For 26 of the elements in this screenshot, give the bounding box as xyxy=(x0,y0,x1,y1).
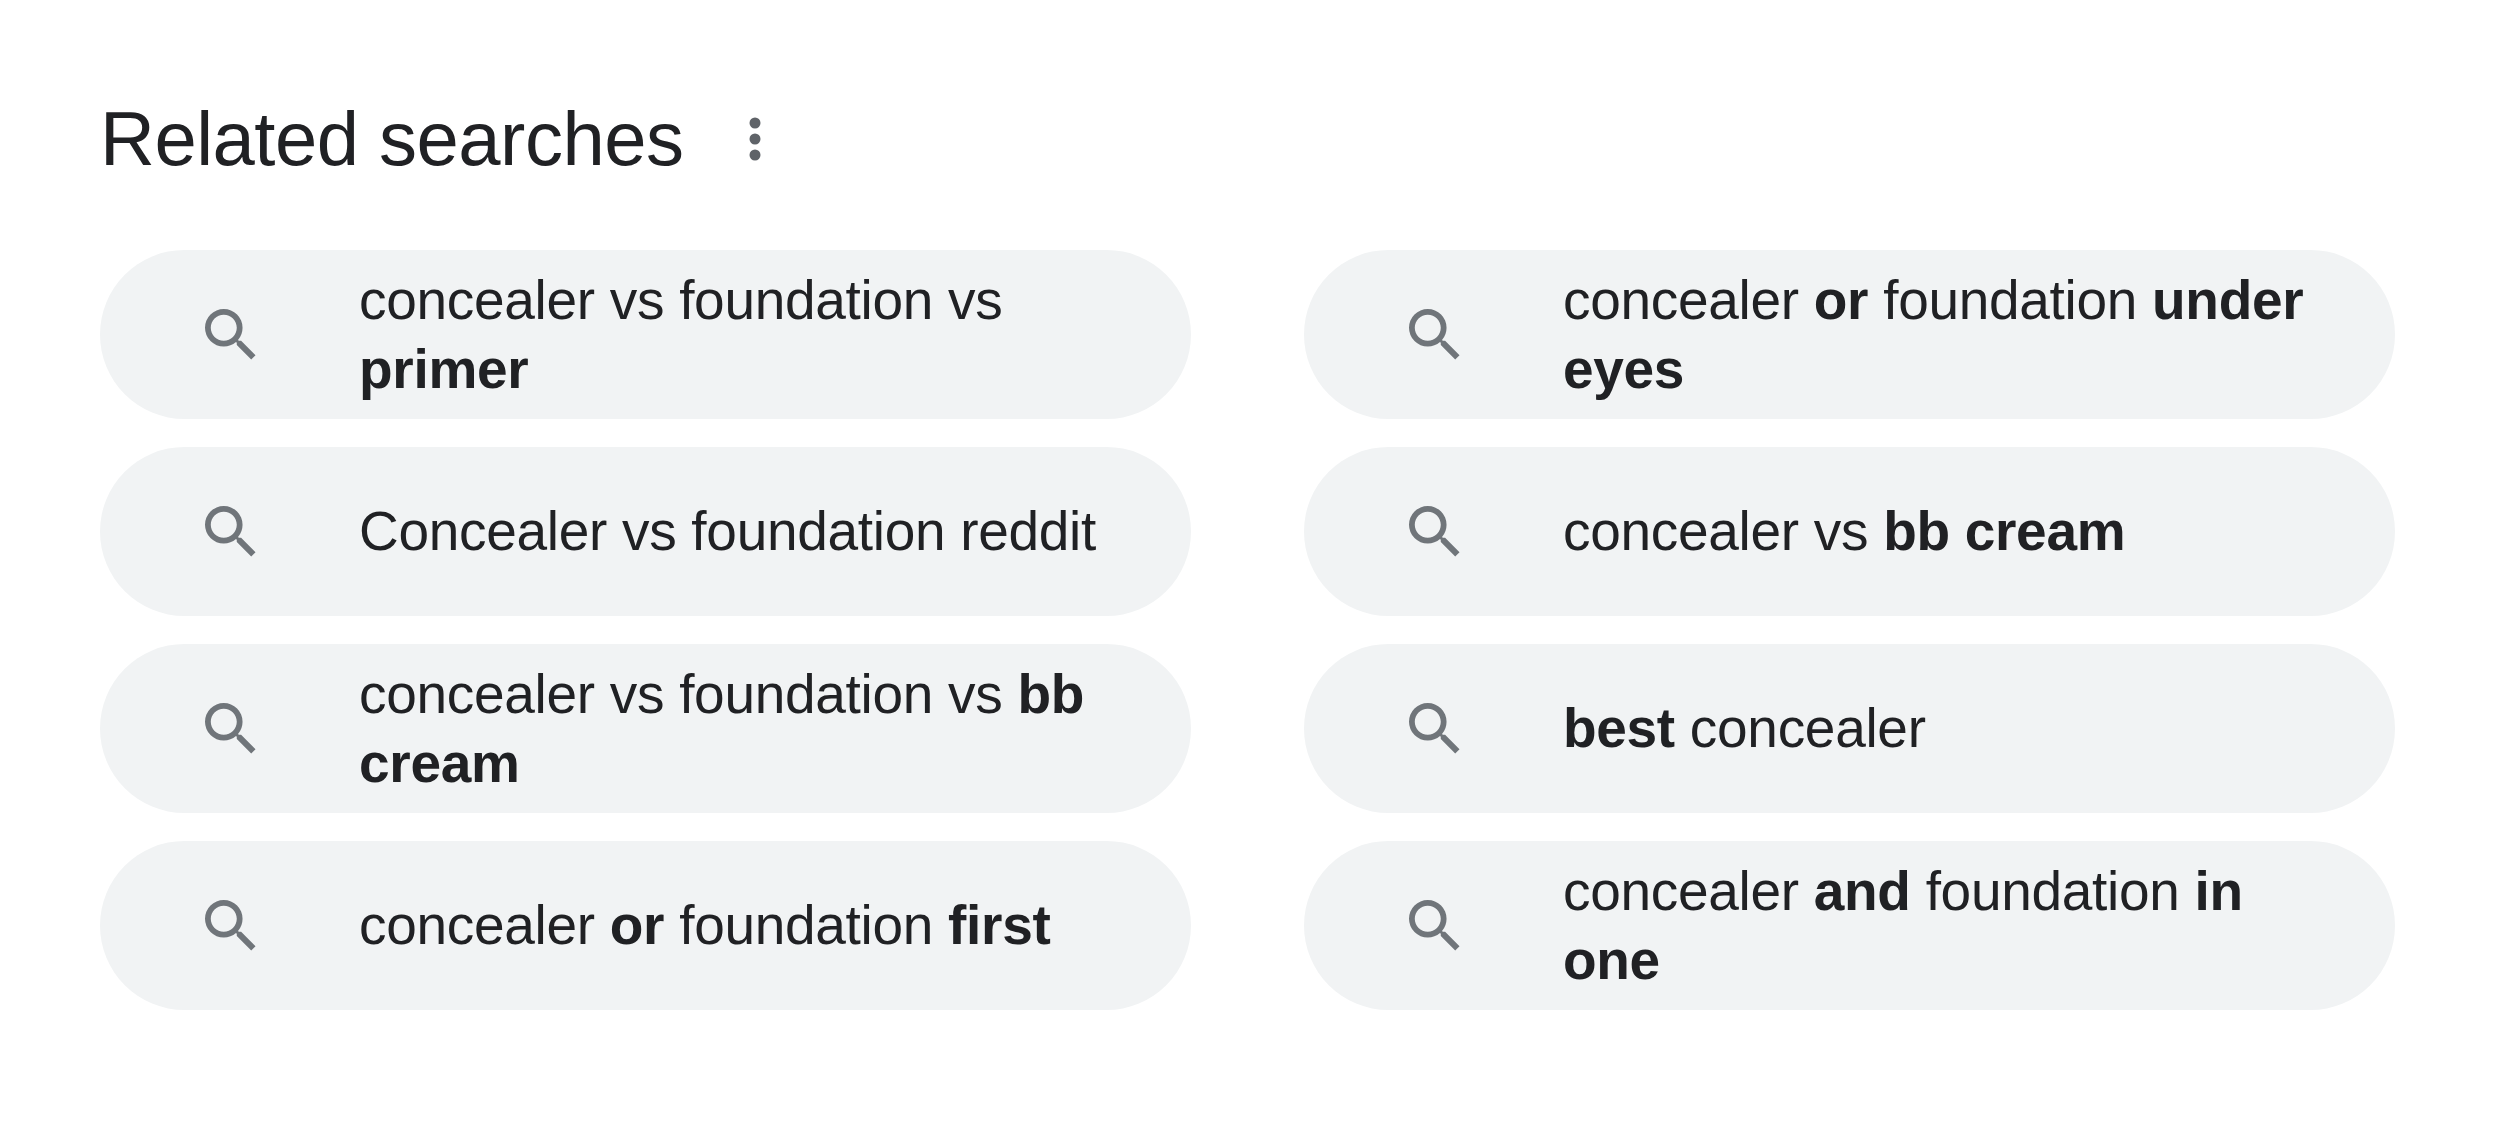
search-icon xyxy=(205,505,257,558)
related-search-chip[interactable]: concealer vs bb cream xyxy=(1304,447,2395,616)
search-suggestion-text: concealer vs foundation vs primer xyxy=(359,267,1004,402)
related-search-chip[interactable]: concealer or foundation first xyxy=(100,841,1191,1010)
search-icon xyxy=(1409,308,1461,361)
related-search-chip[interactable]: concealer vs foundation vs bb cream xyxy=(100,644,1191,813)
search-suggestion-text: Concealer vs foundation reddit xyxy=(359,499,1098,564)
related-search-chip[interactable]: concealer and foundation in one xyxy=(1304,841,2395,1010)
kebab-menu-icon xyxy=(749,117,762,161)
related-search-chip[interactable]: concealer vs foundation vs primer xyxy=(100,250,1191,419)
search-suggestion-text: concealer and foundation in one xyxy=(1563,858,2244,993)
search-icon xyxy=(1409,505,1461,558)
search-icon xyxy=(1409,702,1461,755)
search-suggestion-text: concealer or foundation under eyes xyxy=(1563,267,2305,402)
related-search-chip[interactable]: Concealer vs foundation reddit xyxy=(100,447,1191,616)
search-suggestion-text: concealer vs bb cream xyxy=(1563,499,2127,564)
search-suggestion-text: concealer vs foundation vs bb cream xyxy=(359,661,1085,796)
search-icon xyxy=(205,899,257,952)
search-suggestion-text: concealer or foundation first xyxy=(359,893,1052,958)
search-icon xyxy=(205,308,257,361)
search-icon xyxy=(205,702,257,755)
search-suggestion-text: best concealer xyxy=(1563,696,1927,761)
related-search-chip[interactable]: best concealer xyxy=(1304,644,2395,813)
related-search-chip[interactable]: concealer or foundation under eyes xyxy=(1304,250,2395,419)
section-title: Related searches xyxy=(100,101,684,177)
search-icon xyxy=(1409,899,1461,952)
